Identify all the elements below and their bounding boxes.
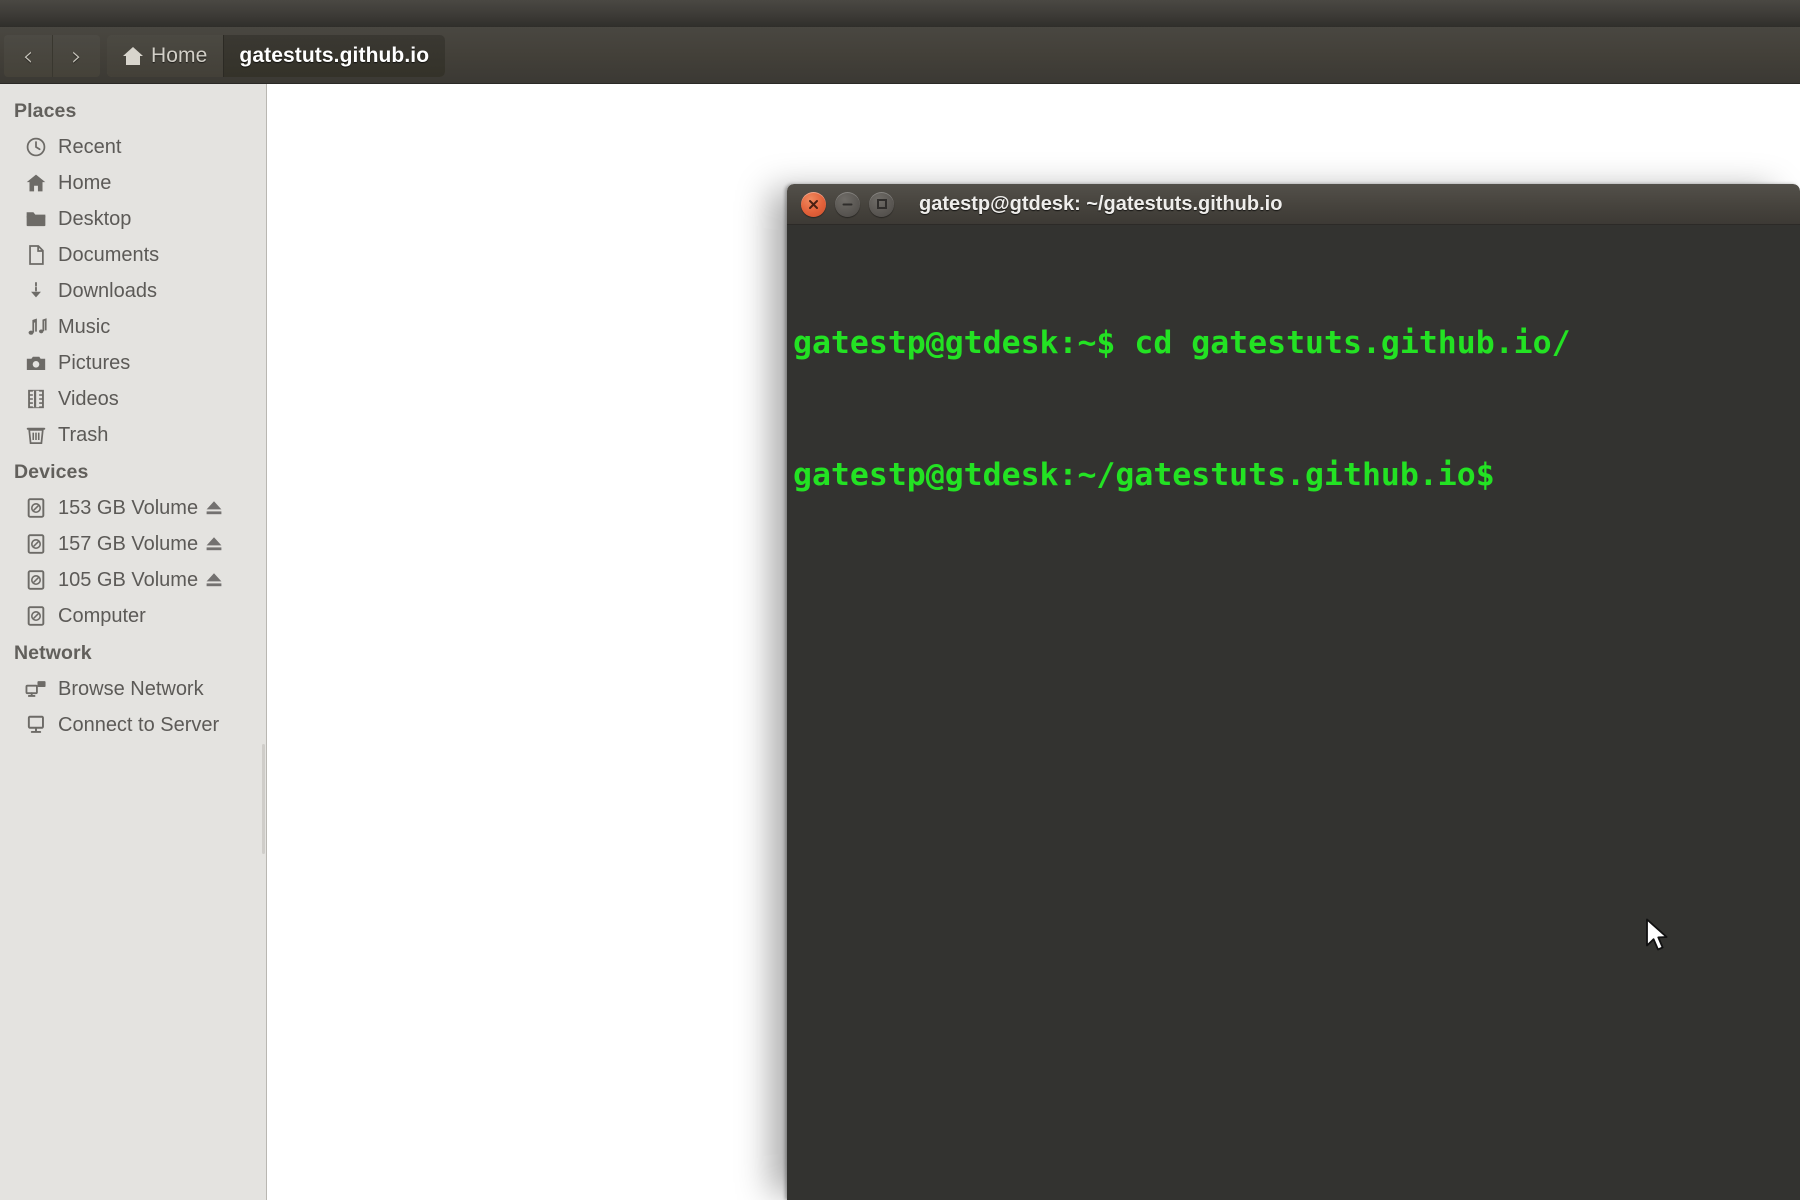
network-icon (25, 681, 46, 697)
sidebar-item-music[interactable]: Music (0, 309, 266, 345)
breadcrumb-item-home[interactable]: Home (107, 35, 224, 77)
sidebar-item-home[interactable]: Home (0, 165, 266, 201)
camera-icon (26, 356, 46, 370)
eject-icon[interactable] (204, 499, 224, 517)
drive-icon (27, 606, 45, 626)
sidebar-item-recent-label: Recent (58, 135, 122, 158)
home-icon (123, 47, 143, 65)
maximize-button[interactable] (869, 191, 894, 217)
file-manager-toolbar: ‹ › Home gatestuts.github.io (0, 27, 1800, 84)
chevron-left-icon: ‹ (22, 40, 34, 72)
sidebar-item-volume-157gb-label: 157 GB Volume (58, 532, 199, 555)
minimize-button[interactable] (835, 191, 860, 217)
terminal-title: gatestp@gtdesk: ~/gatestuts.github.io (919, 192, 1283, 215)
back-button[interactable]: ‹ (4, 35, 52, 77)
sidebar-section-places-title: Places (14, 100, 77, 122)
sidebar-item-volume-157gb[interactable]: 157 GB Volume (0, 526, 266, 562)
trash-icon (26, 427, 46, 444)
sidebar-scrollbar[interactable] (262, 744, 265, 854)
sidebar-item-connect-to-server[interactable]: Connect to Server (0, 707, 266, 743)
breadcrumb-item-current-label: gatestuts.github.io (239, 44, 430, 67)
breadcrumb-item-current[interactable]: gatestuts.github.io (223, 35, 446, 77)
download-icon (31, 282, 41, 298)
sidebar-item-desktop[interactable]: Desktop (0, 201, 266, 237)
sidebar-item-pictures[interactable]: Pictures (0, 345, 266, 381)
sidebar: Places Recent Home Desktop Documents Dow… (0, 84, 267, 1200)
sidebar-item-computer[interactable]: Computer (0, 598, 266, 634)
sidebar-item-home-label: Home (58, 171, 112, 194)
navigation-buttons: ‹ › (4, 35, 100, 77)
film-icon (28, 389, 44, 409)
sidebar-item-computer-label: Computer (58, 604, 146, 627)
sidebar-item-desktop-label: Desktop (58, 207, 132, 230)
terminal-line: gatestp@gtdesk:~/gatestuts.github.io$ (793, 457, 1514, 493)
breadcrumb-item-home-label: Home (151, 44, 208, 67)
terminal-titlebar[interactable]: gatestp@gtdesk: ~/gatestuts.github.io (787, 184, 1800, 225)
home-icon (26, 174, 46, 192)
sidebar-item-browse-network[interactable]: Browse Network (0, 671, 266, 707)
sidebar-section-devices-title: Devices (14, 461, 89, 483)
sidebar-item-documents[interactable]: Documents (0, 237, 266, 273)
drive-icon (27, 534, 45, 554)
terminal-window[interactable]: gatestp@gtdesk: ~/gatestuts.github.io ga… (787, 184, 1800, 1200)
sidebar-item-pictures-label: Pictures (58, 351, 131, 374)
sidebar-item-videos[interactable]: Videos (0, 381, 266, 417)
server-icon (27, 715, 44, 733)
folder-icon (26, 212, 46, 227)
sidebar-section-network-title: Network (14, 642, 92, 664)
eject-icon[interactable] (204, 571, 224, 589)
terminal-line: gatestp@gtdesk:~$ cd gatestuts.github.io… (793, 325, 1571, 361)
sidebar-item-connect-to-server-label: Connect to Server (58, 713, 220, 736)
sidebar-item-videos-label: Videos (58, 387, 119, 410)
sidebar-item-downloads[interactable]: Downloads (0, 273, 266, 309)
clock-icon (26, 137, 46, 157)
terminal-output[interactable]: gatestp@gtdesk:~$ cd gatestuts.github.io… (787, 225, 1800, 1200)
sidebar-item-volume-153gb[interactable]: 153 GB Volume (0, 490, 266, 526)
sidebar-item-recent[interactable]: Recent (0, 129, 266, 165)
breadcrumb: Home gatestuts.github.io (107, 35, 446, 77)
sidebar-item-downloads-label: Downloads (58, 279, 157, 302)
sidebar-item-trash[interactable]: Trash (0, 417, 266, 453)
mouse-arrow-icon (1646, 918, 1668, 951)
close-icon (809, 199, 818, 209)
maximize-icon (876, 199, 887, 209)
sidebar-item-volume-105gb-label: 105 GB Volume (58, 568, 199, 591)
sidebar-item-volume-153gb-label: 153 GB Volume (58, 496, 199, 519)
document-icon (29, 245, 44, 265)
eject-icon[interactable] (204, 535, 224, 553)
close-button[interactable] (801, 191, 826, 217)
sidebar-item-music-label: Music (58, 315, 111, 338)
desktop-panel-strip (0, 0, 1800, 27)
drive-icon (27, 570, 45, 590)
forward-button[interactable]: › (52, 35, 100, 77)
music-icon (28, 318, 47, 335)
minimize-icon (842, 203, 853, 205)
sidebar-item-volume-105gb[interactable]: 105 GB Volume (0, 562, 266, 598)
drive-icon (27, 498, 45, 518)
chevron-right-icon: › (71, 40, 82, 72)
sidebar-item-trash-label: Trash (58, 423, 109, 446)
screen: ‹ › Home gatestuts.github.io Places Rece… (0, 0, 1800, 1200)
sidebar-item-documents-label: Documents (58, 243, 160, 266)
sidebar-item-browse-network-label: Browse Network (58, 677, 204, 700)
